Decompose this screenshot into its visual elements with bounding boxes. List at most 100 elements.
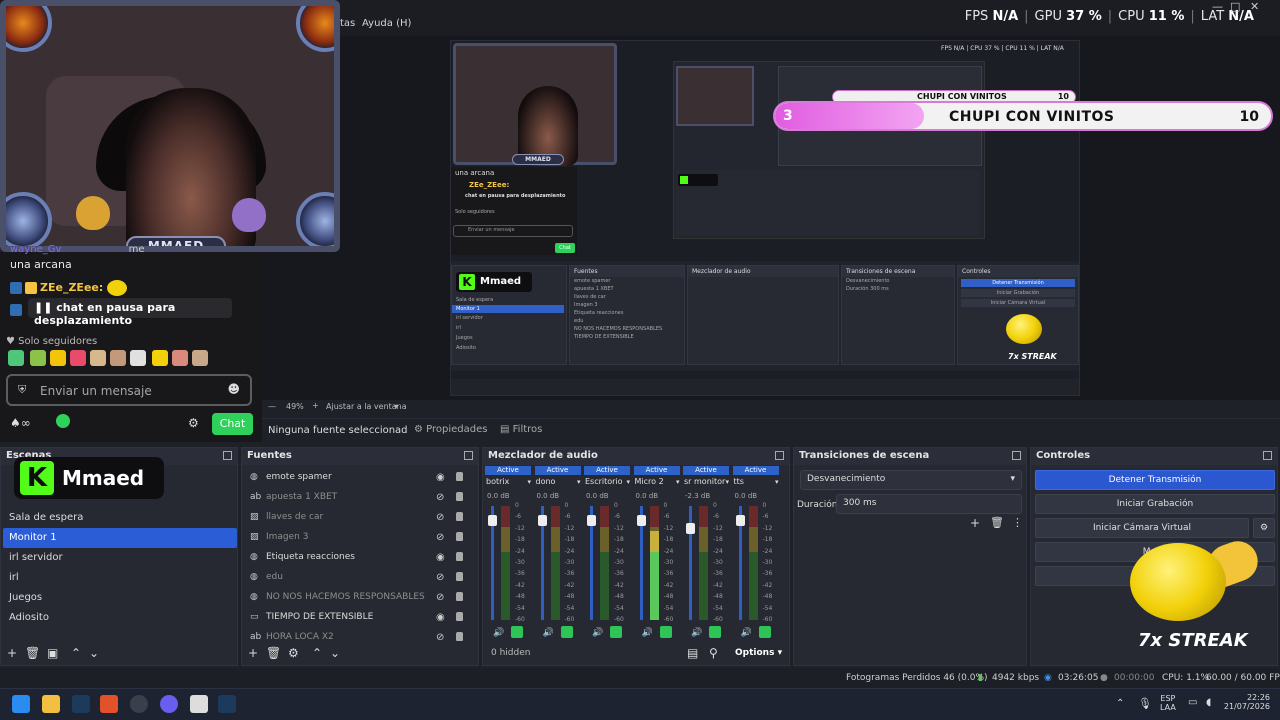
chat-send-button[interactable]: Chat — [212, 413, 253, 435]
file-explorer-icon[interactable] — [42, 695, 60, 713]
eye-off-icon[interactable]: ⊘ — [436, 632, 444, 643]
speaker-icon[interactable]: 🔊 — [592, 628, 603, 638]
chevron-up-icon[interactable]: ⌃ — [71, 646, 81, 660]
eye-off-icon[interactable]: ⊘ — [436, 592, 444, 603]
volume-knob[interactable] — [636, 515, 646, 527]
emote-icon[interactable] — [172, 350, 188, 366]
emote-icon[interactable] — [8, 350, 24, 366]
speaker-icon[interactable]: 🔊 — [741, 628, 752, 638]
properties-button[interactable]: ⚙ Propiedades — [408, 422, 493, 440]
trash-icon[interactable]: 🗑 — [990, 516, 1004, 529]
zoom-out-icon[interactable]: — — [268, 402, 276, 411]
eye-icon[interactable]: ◉ — [436, 552, 445, 563]
speaker-icon[interactable]: 🔊 — [543, 628, 554, 638]
scene-item[interactable]: Sala de espera — [3, 508, 237, 528]
float-icon[interactable] — [1012, 451, 1021, 460]
emote-icon[interactable] — [30, 350, 46, 366]
filters-button[interactable]: ▤ Filtros — [494, 422, 548, 440]
add-icon[interactable]: + — [248, 646, 258, 660]
lock-icon[interactable] — [456, 592, 463, 601]
trash-icon[interactable]: 🗑 — [25, 646, 40, 660]
menu-item-help[interactable]: Ayuda (H) — [362, 18, 411, 29]
volume-knob[interactable] — [488, 515, 497, 527]
chat-message-input[interactable]: ⛨ Enviar un mensaje ☻ — [6, 374, 252, 406]
source-item[interactable]: ◍ Etiqueta reacciones ◉ — [246, 548, 470, 568]
eye-off-icon[interactable]: ⊘ — [436, 492, 444, 503]
eye-off-icon[interactable]: ⊘ — [436, 512, 444, 523]
minimize-button[interactable]: — — [1212, 0, 1223, 13]
gear-icon[interactable]: ⚙ — [1253, 518, 1275, 538]
windows-start-icon[interactable] — [12, 695, 30, 713]
brave-icon[interactable] — [100, 695, 118, 713]
scene-item-selected[interactable]: Monitor 1 — [3, 528, 237, 548]
scene-item[interactable]: Juegos — [3, 588, 237, 608]
lock-icon[interactable] — [456, 552, 463, 561]
speaker-icon[interactable]: 🔊 — [493, 628, 504, 638]
kick-points-icon[interactable] — [56, 414, 70, 428]
headphones-icon[interactable] — [511, 626, 523, 638]
calculator-icon[interactable] — [190, 695, 208, 713]
source-item[interactable]: ◍ edu ⊘ — [246, 568, 470, 588]
volume-icon[interactable]: ◖ — [1206, 697, 1211, 708]
emote-icon[interactable] — [152, 350, 168, 366]
scene-item[interactable]: irl servidor — [3, 548, 237, 568]
network-icon[interactable]: ▭ — [1188, 697, 1197, 708]
source-item[interactable]: ab apuesta 1 XBET ⊘ — [246, 488, 470, 508]
volume-knob[interactable] — [735, 515, 745, 527]
chevron-down-icon[interactable]: ⌄ — [89, 646, 99, 660]
eye-icon[interactable]: ◉ — [436, 612, 445, 623]
chevron-up-icon[interactable]: ⌃ — [1116, 698, 1124, 709]
discord-icon[interactable] — [160, 695, 178, 713]
headphones-icon[interactable] — [758, 626, 771, 638]
volume-knob[interactable] — [686, 523, 695, 535]
float-icon[interactable] — [223, 451, 232, 460]
clock[interactable]: 22:26 21/07/2026 — [1224, 693, 1270, 711]
gift-icon[interactable]: ♠∞ — [10, 416, 31, 430]
chevron-down-icon[interactable]: ⌄ — [330, 646, 340, 660]
transition-select[interactable]: Desvanecimiento ▾ — [800, 470, 1022, 490]
close-button[interactable]: ✕ — [1250, 0, 1259, 13]
filter-icon[interactable]: ▣ — [47, 646, 58, 660]
chevron-down-icon[interactable]: ▾ — [394, 402, 398, 411]
source-item[interactable]: ▭ TIEMPO DE EXTENSIBLE ◉ — [246, 608, 470, 628]
speaker-icon[interactable]: 🔊 — [642, 628, 653, 638]
source-item[interactable]: ◍ emote spamer ◉ — [246, 468, 470, 488]
add-icon[interactable]: + — [7, 646, 17, 660]
steam-icon[interactable] — [72, 695, 90, 713]
headphones-icon[interactable] — [560, 626, 573, 638]
emote-icon[interactable] — [192, 350, 208, 366]
headphones-icon[interactable] — [659, 626, 672, 638]
start-recording-button[interactable]: Iniciar Grabación — [1035, 494, 1275, 514]
layout-icon[interactable]: ▤ — [687, 646, 698, 660]
scene-item[interactable]: irl — [3, 568, 237, 588]
trash-icon[interactable]: 🗑 — [266, 646, 281, 660]
eye-off-icon[interactable]: ⊘ — [436, 532, 444, 543]
more-icon[interactable]: ⋮ — [1012, 516, 1023, 529]
float-icon[interactable] — [1263, 451, 1272, 460]
emote-icon[interactable] — [90, 350, 106, 366]
lock-icon[interactable] — [456, 512, 463, 521]
link-icon[interactable]: ⚲ — [709, 646, 718, 660]
source-item[interactable]: ◍ NO NOS HACEMOS RESPONSABLES ⊘ — [246, 588, 470, 608]
emote-icon[interactable] — [70, 350, 86, 366]
lock-icon[interactable] — [456, 472, 463, 481]
float-icon[interactable] — [775, 451, 784, 460]
chevron-up-icon[interactable]: ⌃ — [312, 646, 322, 660]
menu-item-tools[interactable]: tas — [340, 18, 355, 29]
chevron-down-icon[interactable]: ▾ — [676, 478, 680, 486]
source-item[interactable]: ▨ llaves de car ⊘ — [246, 508, 470, 528]
add-icon[interactable]: + — [970, 516, 980, 530]
lock-icon[interactable] — [456, 532, 463, 541]
duration-input[interactable]: 300 ms — [836, 494, 1022, 514]
volume-knob[interactable] — [587, 515, 596, 527]
emote-icon[interactable] — [50, 350, 66, 366]
chevron-down-icon[interactable]: ▾ — [577, 478, 581, 486]
float-icon[interactable] — [464, 451, 473, 460]
emote-icon[interactable] — [130, 350, 146, 366]
source-item[interactable]: ▨ Imagen 3 ⊘ — [246, 528, 470, 548]
scene-item[interactable]: Adiosito — [3, 608, 237, 628]
lock-icon[interactable] — [456, 572, 463, 581]
chat-paused-notice[interactable]: ❚❚ chat en pausa para desplazamiento — [28, 298, 232, 327]
headphones-icon[interactable] — [610, 626, 622, 638]
stop-stream-button[interactable]: Detener Transmisión — [1035, 470, 1275, 490]
